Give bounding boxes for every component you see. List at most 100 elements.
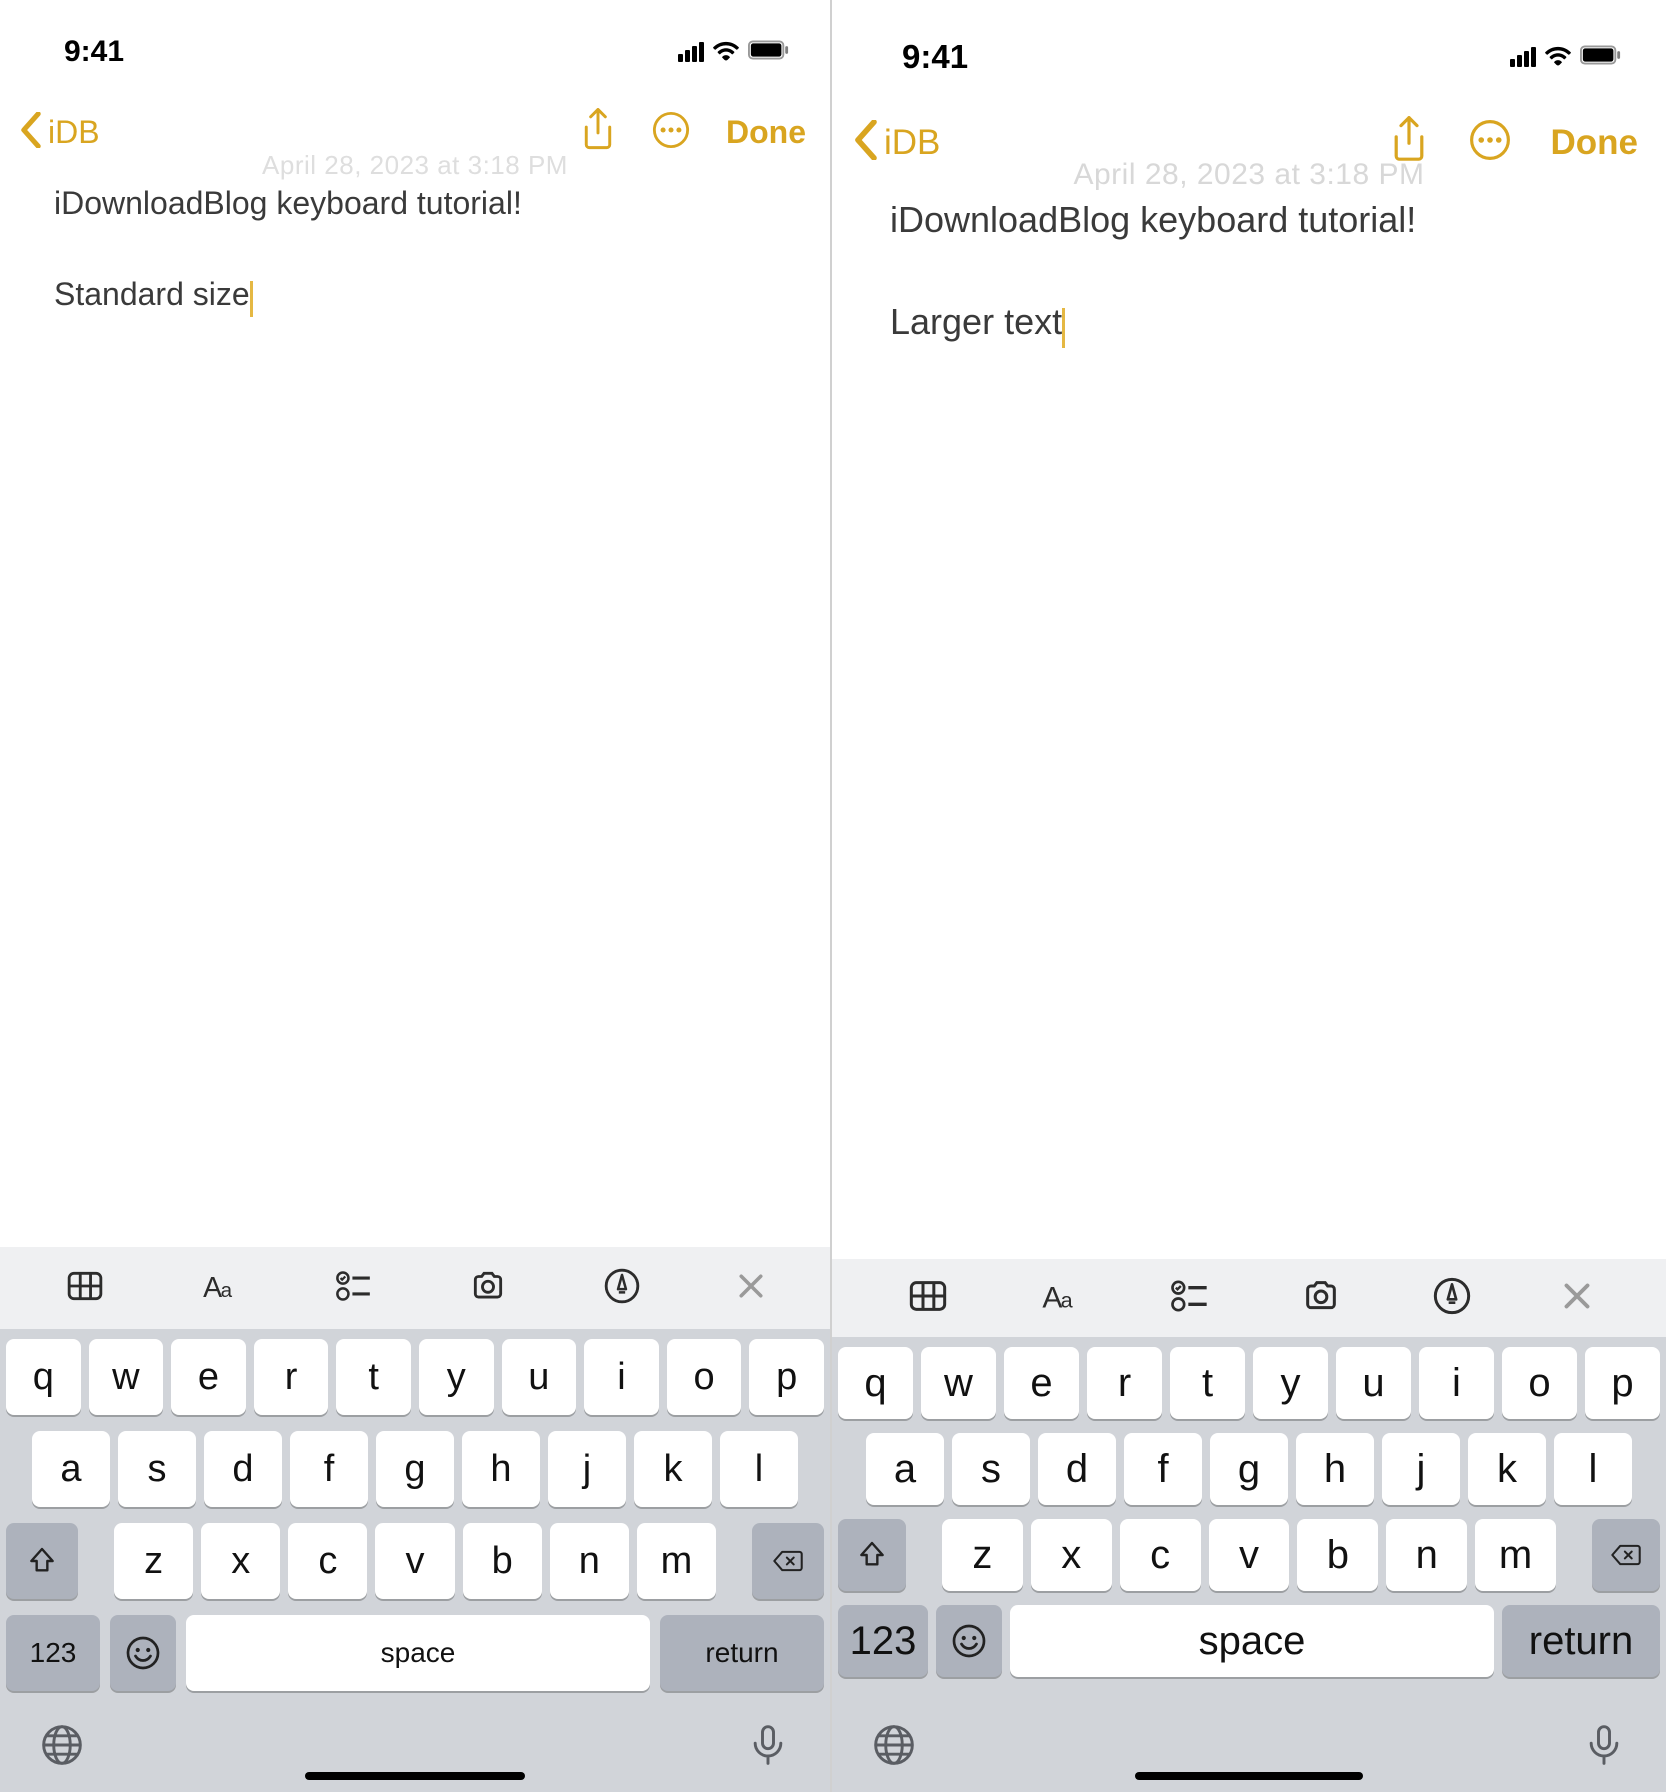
key-shift[interactable] (838, 1519, 906, 1591)
key-n[interactable]: n (550, 1523, 629, 1599)
keyboard-row-2: a s d f g h j k l (6, 1431, 824, 1507)
svg-text:a: a (221, 1279, 233, 1302)
key-backspace[interactable] (752, 1523, 824, 1599)
key-123[interactable]: 123 (6, 1615, 100, 1691)
camera-icon[interactable] (1301, 1276, 1341, 1321)
key-return[interactable]: return (1502, 1605, 1660, 1677)
key-j[interactable]: j (1382, 1433, 1460, 1505)
key-space[interactable]: space (186, 1615, 650, 1691)
key-q[interactable]: q (838, 1347, 913, 1419)
camera-icon[interactable] (469, 1267, 507, 1310)
key-y[interactable]: y (419, 1339, 494, 1415)
key-p[interactable]: p (749, 1339, 824, 1415)
keyboard-area: Aa q w e r t y u i o p (0, 1247, 830, 1792)
key-k[interactable]: k (1468, 1433, 1546, 1505)
close-icon[interactable] (738, 1273, 764, 1304)
key-e[interactable]: e (1004, 1347, 1079, 1419)
key-i[interactable]: i (1419, 1347, 1494, 1419)
phone-right: 9:41 iDB Done April 28, 2023 at 3:18 PM … (830, 0, 1666, 1792)
key-emoji[interactable] (936, 1605, 1002, 1677)
keyboard-area: Aa q w e r t y u i o p (832, 1259, 1666, 1792)
key-x[interactable]: x (201, 1523, 280, 1599)
key-u[interactable]: u (1336, 1347, 1411, 1419)
markup-icon[interactable] (603, 1267, 641, 1310)
key-i[interactable]: i (584, 1339, 659, 1415)
key-l[interactable]: l (720, 1431, 798, 1507)
format-toolbar: Aa (832, 1259, 1666, 1337)
key-t[interactable]: t (336, 1339, 411, 1415)
key-v[interactable]: v (1209, 1519, 1290, 1591)
markup-icon[interactable] (1432, 1276, 1472, 1321)
key-f[interactable]: f (1124, 1433, 1202, 1505)
done-button[interactable]: Done (1551, 123, 1639, 163)
mic-icon[interactable] (746, 1723, 790, 1772)
key-d[interactable]: d (204, 1431, 282, 1507)
key-emoji[interactable] (110, 1615, 176, 1691)
key-d[interactable]: d (1038, 1433, 1116, 1505)
globe-icon[interactable] (872, 1723, 916, 1772)
key-h[interactable]: h (1296, 1433, 1374, 1505)
key-space[interactable]: space (1010, 1605, 1494, 1677)
globe-icon[interactable] (40, 1723, 84, 1772)
key-shift[interactable] (6, 1523, 78, 1599)
svg-text:A: A (204, 1272, 223, 1304)
key-o[interactable]: o (667, 1339, 742, 1415)
key-p[interactable]: p (1585, 1347, 1660, 1419)
table-icon[interactable] (66, 1267, 104, 1310)
note-content[interactable]: iDownloadBlog keyboard tutorial! Standar… (0, 175, 830, 331)
text-format-icon[interactable]: Aa (200, 1267, 238, 1310)
key-w[interactable]: w (89, 1339, 164, 1415)
key-q[interactable]: q (6, 1339, 81, 1415)
key-o[interactable]: o (1502, 1347, 1577, 1419)
key-c[interactable]: c (1120, 1519, 1201, 1591)
key-e[interactable]: e (171, 1339, 246, 1415)
close-icon[interactable] (1563, 1282, 1591, 1315)
more-icon[interactable] (652, 111, 690, 154)
key-123[interactable]: 123 (838, 1605, 928, 1677)
key-a[interactable]: a (32, 1431, 110, 1507)
key-f[interactable]: f (290, 1431, 368, 1507)
note-content[interactable]: iDownloadBlog keyboard tutorial! Larger … (832, 189, 1666, 362)
key-r[interactable]: r (1087, 1347, 1162, 1419)
key-m[interactable]: m (637, 1523, 716, 1599)
key-t[interactable]: t (1170, 1347, 1245, 1419)
table-icon[interactable] (908, 1276, 948, 1321)
key-m[interactable]: m (1475, 1519, 1556, 1591)
note-title: iDownloadBlog keyboard tutorial! (890, 199, 1608, 241)
key-z[interactable]: z (942, 1519, 1023, 1591)
text-format-icon[interactable]: Aa (1039, 1276, 1079, 1321)
checklist-icon[interactable] (1170, 1276, 1210, 1321)
key-c[interactable]: c (288, 1523, 367, 1599)
status-bar: 9:41 (832, 0, 1666, 96)
key-b[interactable]: b (1297, 1519, 1378, 1591)
key-j[interactable]: j (548, 1431, 626, 1507)
key-v[interactable]: v (375, 1523, 454, 1599)
wifi-icon (712, 39, 740, 66)
key-b[interactable]: b (463, 1523, 542, 1599)
key-g[interactable]: g (376, 1431, 454, 1507)
status-icons (1510, 44, 1622, 71)
key-r[interactable]: r (254, 1339, 329, 1415)
status-icons (678, 39, 790, 66)
key-n[interactable]: n (1386, 1519, 1467, 1591)
svg-text:A: A (1042, 1281, 1062, 1314)
key-w[interactable]: w (921, 1347, 996, 1419)
key-return[interactable]: return (660, 1615, 824, 1691)
nav-back[interactable]: iDB (20, 112, 100, 153)
key-g[interactable]: g (1210, 1433, 1288, 1505)
key-s[interactable]: s (952, 1433, 1030, 1505)
mic-icon[interactable] (1582, 1723, 1626, 1772)
key-y[interactable]: y (1253, 1347, 1328, 1419)
key-x[interactable]: x (1031, 1519, 1112, 1591)
key-l[interactable]: l (1554, 1433, 1632, 1505)
key-k[interactable]: k (634, 1431, 712, 1507)
format-toolbar: Aa (0, 1247, 830, 1329)
key-s[interactable]: s (118, 1431, 196, 1507)
done-button[interactable]: Done (726, 114, 806, 151)
key-h[interactable]: h (462, 1431, 540, 1507)
key-a[interactable]: a (866, 1433, 944, 1505)
key-backspace[interactable] (1592, 1519, 1660, 1591)
key-z[interactable]: z (114, 1523, 193, 1599)
key-u[interactable]: u (502, 1339, 577, 1415)
checklist-icon[interactable] (335, 1267, 373, 1310)
